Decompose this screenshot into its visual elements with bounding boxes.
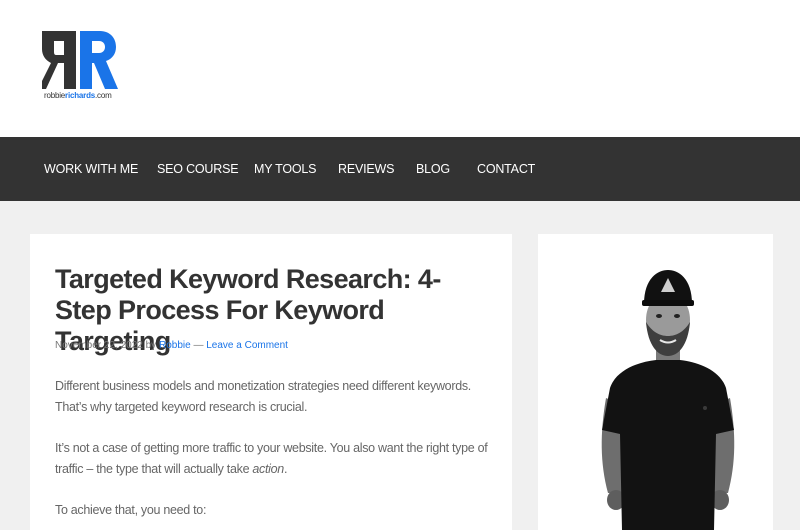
site-header: robbierichards.com	[0, 0, 800, 137]
logo-mark-icon	[42, 31, 118, 89]
author-photo	[578, 248, 758, 530]
paragraph-2: It’s not a case of getting more traffic …	[55, 438, 495, 480]
nav-item-reviews[interactable]: REVIEWS	[338, 162, 394, 176]
nav-item-work-with-me[interactable]: WORK WITH ME	[44, 162, 138, 176]
post-date: November 22, 2022	[55, 340, 143, 351]
nav-item-seo-course[interactable]: SEO COURSE	[157, 162, 239, 176]
paragraph-1: Different business models and monetizati…	[55, 379, 471, 414]
post-by: by	[145, 340, 157, 351]
paragraph-3: To achieve that, you need to:	[55, 503, 207, 517]
meta-separator: —	[193, 340, 204, 351]
sidebar-author-widget	[538, 234, 773, 530]
nav-item-my-tools[interactable]: MY TOOLS	[254, 162, 317, 176]
nav-item-blog[interactable]: BLOG	[416, 162, 450, 176]
nav-item-contact[interactable]: CONTACT	[477, 162, 535, 176]
paragraph-2-end: .	[283, 462, 288, 476]
logo-wordmark: robbierichards.com	[44, 91, 112, 100]
leave-comment-link[interactable]: Leave a Comment	[206, 340, 288, 351]
logo-text-richards: richards	[65, 91, 96, 100]
post-article: Targeted Keyword Research: 4-Step Proces…	[30, 234, 512, 530]
post-meta: November 22, 2022 by Robbie — Leave a Co…	[55, 340, 288, 351]
main-nav: WORK WITH ME SEO COURSE MY TOOLS REVIEWS…	[0, 137, 800, 201]
post-author-link[interactable]: Robbie	[159, 340, 191, 351]
logo-text-robbie: robbie	[44, 91, 66, 100]
paragraph-2-emphasis: action	[252, 462, 284, 476]
logo-text-domain: .com	[95, 91, 112, 100]
site-logo[interactable]: robbierichards.com	[42, 29, 122, 104]
